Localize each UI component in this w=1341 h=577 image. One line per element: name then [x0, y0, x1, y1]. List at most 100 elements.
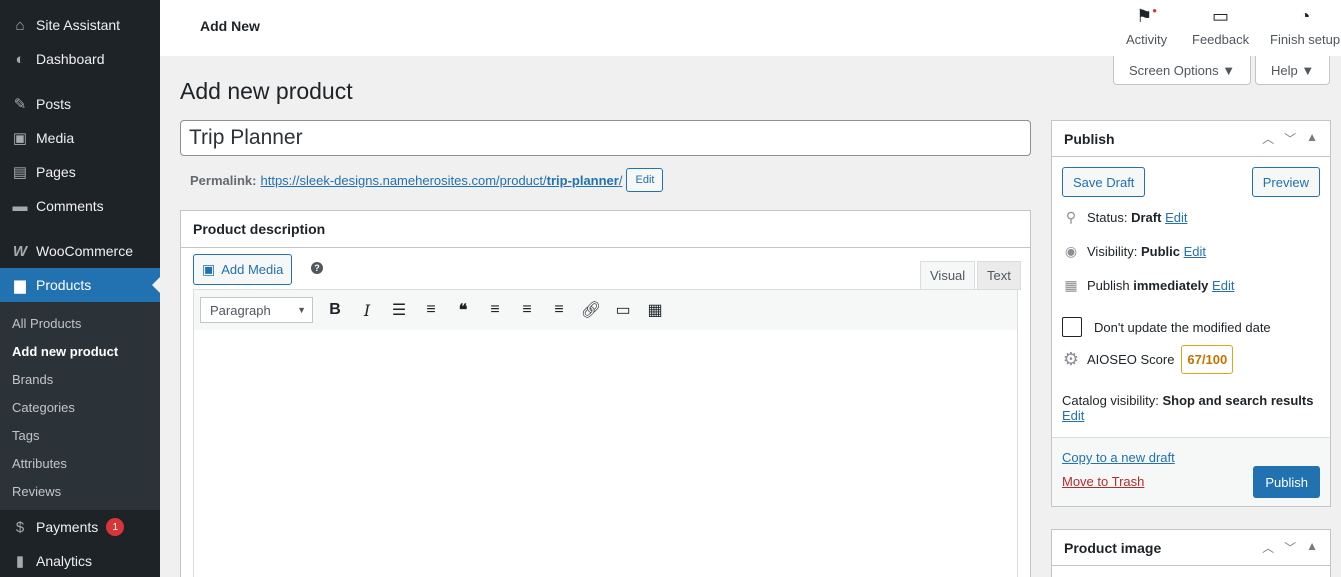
collapse-icon[interactable]: ▲: [1306, 539, 1318, 556]
add-media-button[interactable]: ▣ Add Media: [193, 254, 293, 285]
sidebar-item-label: Payments: [36, 519, 99, 535]
italic-icon[interactable]: I: [351, 294, 383, 326]
move-down-icon[interactable]: ﹀: [1284, 130, 1296, 147]
publish-time-edit-link[interactable]: Edit: [1212, 278, 1234, 293]
flag-icon: ⚑●: [1136, 6, 1158, 26]
sidebar-item-label: Media: [36, 130, 75, 146]
toolbar-toggle-icon[interactable]: ▦: [639, 294, 671, 326]
sidebar-item-pages[interactable]: ▤ Pages: [0, 155, 160, 189]
sidebar-item-payments[interactable]: $ Payments 1: [0, 510, 160, 544]
sidebar-item-comments[interactable]: ▬ Comments: [0, 189, 160, 223]
link-icon[interactable]: 🔗︎: [575, 294, 607, 326]
sidebar-item-dashboard[interactable]: ◐ Dashboard: [0, 42, 160, 76]
sidebar-item-analytics[interactable]: ▮ Analytics: [0, 544, 160, 577]
finish-setup-button[interactable]: ◔ Finish setup: [1270, 6, 1340, 47]
align-center-icon[interactable]: ≡: [511, 294, 543, 326]
screen-options-button[interactable]: Screen Options ▼: [1113, 56, 1252, 85]
calendar-icon: ▦: [1064, 277, 1078, 293]
box-controls: ︿ ﹀ ▲: [1262, 539, 1318, 556]
blockquote-icon[interactable]: ❝: [447, 294, 479, 326]
help-icon[interactable]: ?: [311, 262, 323, 274]
visibility-row: ◉ Visibility: Public Edit: [1062, 243, 1206, 260]
submenu-all-products[interactable]: All Products: [0, 309, 160, 337]
tab-visual[interactable]: Visual: [920, 261, 976, 290]
publish-time-row: ▦ Publish immediately Edit: [1062, 277, 1234, 294]
numbered-list-icon[interactable]: ≡: [415, 294, 447, 326]
top-bar-title: Add New: [200, 18, 260, 34]
submenu-add-new-product[interactable]: Add new product: [0, 337, 160, 365]
sidebar-item-posts[interactable]: ✎ Posts: [0, 87, 160, 121]
pages-icon: ▤: [12, 164, 28, 181]
copy-to-draft-link[interactable]: Copy to a new draft: [1062, 450, 1175, 465]
dashboard-icon: ◐: [15, 50, 25, 68]
submenu-categories[interactable]: Categories: [0, 393, 160, 421]
submenu-tags[interactable]: Tags: [0, 421, 160, 449]
progress-circle-icon: ◔: [1299, 6, 1311, 26]
sidebar-item-label: Analytics: [36, 553, 93, 569]
notification-badge: 1: [106, 518, 125, 536]
permalink-edit-button[interactable]: Edit: [626, 168, 664, 192]
format-select-value: Paragraph: [210, 302, 271, 318]
bold-icon[interactable]: B: [319, 294, 351, 326]
move-up-icon[interactable]: ︿: [1262, 130, 1274, 147]
major-publishing-actions: Copy to a new draft Move to Trash Publis…: [1052, 437, 1330, 506]
submenu-brands[interactable]: Brands: [0, 365, 160, 393]
sidebar-item-media[interactable]: ▣ Media: [0, 121, 160, 155]
products-icon: ▆: [14, 277, 26, 294]
sidebar-item-site-assistant[interactable]: ⌂ Site Assistant: [0, 8, 160, 42]
bullet-list-icon[interactable]: ☰: [383, 294, 415, 326]
product-title-input[interactable]: Trip Planner: [180, 120, 1031, 156]
move-up-icon[interactable]: ︿: [1262, 539, 1274, 556]
sidebar-item-woocommerce[interactable]: W WooCommerce: [0, 234, 160, 268]
add-media-icon: ▣: [202, 261, 216, 277]
align-left-icon[interactable]: ≡: [479, 294, 511, 326]
publish-box: Publish ︿ ﹀ ▲ Save Draft Preview ⚲ Statu…: [1051, 120, 1331, 507]
payments-icon: $: [15, 518, 25, 536]
product-image-heading: Product image: [1064, 539, 1162, 556]
submenu-reviews[interactable]: Reviews: [0, 477, 160, 505]
sidebar-item-label: Site Assistant: [36, 17, 121, 33]
publish-button[interactable]: Publish: [1253, 466, 1320, 498]
help-button[interactable]: Help ▼: [1255, 56, 1331, 85]
permalink-link[interactable]: https://sleek-designs.nameherosites.com/…: [260, 173, 622, 188]
pin-icon: ⚲: [1065, 209, 1077, 225]
status-row: ⚲ Status: Draft Edit: [1062, 209, 1188, 226]
dont-update-checkbox[interactable]: [1062, 317, 1082, 337]
activity-button[interactable]: ⚑● Activity: [1126, 6, 1167, 47]
finish-setup-label: Finish setup: [1270, 32, 1341, 47]
status-edit-link[interactable]: Edit: [1165, 210, 1187, 225]
sidebar-item-label: Products: [36, 277, 92, 293]
visibility-edit-link[interactable]: Edit: [1184, 244, 1206, 259]
editor-content-area[interactable]: [193, 330, 1018, 577]
box-controls: ︿ ﹀ ▲: [1262, 130, 1318, 147]
permalink: Permalink: https://sleek-designs.nameher…: [190, 168, 664, 192]
dont-update-row: Don't update the modified date: [1062, 317, 1271, 337]
gear-icon: ⚙: [1062, 349, 1080, 369]
catalog-edit-link[interactable]: Edit: [1062, 408, 1084, 423]
add-media-label: Add Media: [221, 262, 284, 277]
products-submenu: All Products Add new product Brands Cate…: [0, 302, 160, 510]
feedback-icon: ▭: [1212, 6, 1230, 26]
activity-label: Activity: [1126, 32, 1168, 47]
align-right-icon[interactable]: ≡: [543, 294, 575, 326]
sidebar-item-label: Pages: [36, 164, 76, 180]
product-image-header: Product image ︿ ﹀ ▲: [1052, 530, 1330, 566]
feedback-button[interactable]: ▭ Feedback: [1192, 6, 1249, 47]
submenu-attributes[interactable]: Attributes: [0, 449, 160, 477]
pin-icon: ✎: [13, 96, 27, 113]
move-down-icon[interactable]: ﹀: [1284, 539, 1296, 556]
format-select[interactable]: Paragraph ▼: [200, 297, 313, 323]
read-more-icon[interactable]: ▭: [607, 294, 639, 326]
sidebar-item-products[interactable]: ▆ Products: [0, 268, 160, 302]
publish-heading: Publish: [1064, 130, 1115, 147]
eye-icon: ◉: [1064, 243, 1078, 259]
aioseo-score[interactable]: 67/100: [1181, 345, 1234, 374]
move-to-trash-link[interactable]: Move to Trash: [1062, 474, 1144, 489]
collapse-icon[interactable]: ▲: [1306, 130, 1318, 147]
tab-text[interactable]: Text: [977, 261, 1021, 290]
dont-update-label: Don't update the modified date: [1094, 319, 1271, 335]
permalink-label: Permalink:: [190, 172, 257, 188]
save-draft-button[interactable]: Save Draft: [1062, 167, 1146, 197]
preview-button[interactable]: Preview: [1251, 167, 1320, 197]
sidebar-item-label: Posts: [36, 96, 72, 112]
